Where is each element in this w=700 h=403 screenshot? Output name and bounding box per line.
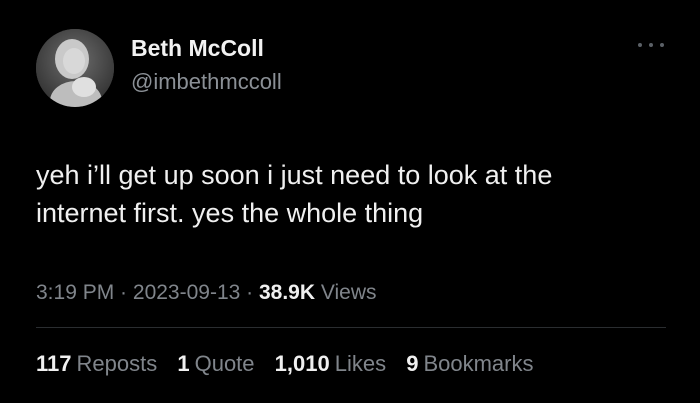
views-count: 38.9K [258,281,316,304]
tweet-text: yeh i’ll get up soon i just need to look… [36,156,666,232]
likes-stat[interactable]: 1,010 Likes [275,351,386,376]
bookmarks-stat[interactable]: 9 Bookmarks [406,351,533,376]
meta-separator: · [240,281,259,304]
more-options-button[interactable] [638,38,664,52]
bookmarks-label: Bookmarks [423,351,534,376]
quotes-count: 1 [177,351,190,376]
likes-label: Likes [334,351,387,376]
tweet-date[interactable]: 2023-09-13 [133,281,240,304]
avatar[interactable] [36,29,114,107]
author-name[interactable]: Beth McColl [131,35,264,62]
author-handle[interactable]: @imbethmccoll [131,69,282,95]
meta-separator: · [114,281,133,304]
avatar-image [36,29,114,107]
views-label: Views [320,281,377,304]
tweet-text-line: yeh i’ll get up soon i just need to look… [36,160,553,190]
more-horizontal-icon [638,43,642,47]
quotes-label: Quote [194,351,255,376]
reposts-label: Reposts [76,351,158,376]
engagement-stats: 117 Reposts 1 Quote 1,010 Likes 9 Bookmarks [36,351,548,377]
tweet-text-line: internet first. yes the whole thing [36,198,424,228]
tweet-card: Beth McColl @imbethmccoll yeh i’ll get u… [0,0,700,403]
reposts-stat[interactable]: 117 Reposts [36,351,157,376]
reposts-count: 117 [36,351,72,376]
tweet-meta: 3:19 PM · 2023-09-13 · 38.9K Views [36,281,377,305]
more-horizontal-icon [660,43,664,47]
divider [36,327,666,328]
likes-count: 1,010 [274,351,330,376]
tweet-time[interactable]: 3:19 PM [36,281,114,304]
more-horizontal-icon [649,43,653,47]
bookmarks-count: 9 [406,351,419,376]
quotes-stat[interactable]: 1 Quote [177,351,254,376]
